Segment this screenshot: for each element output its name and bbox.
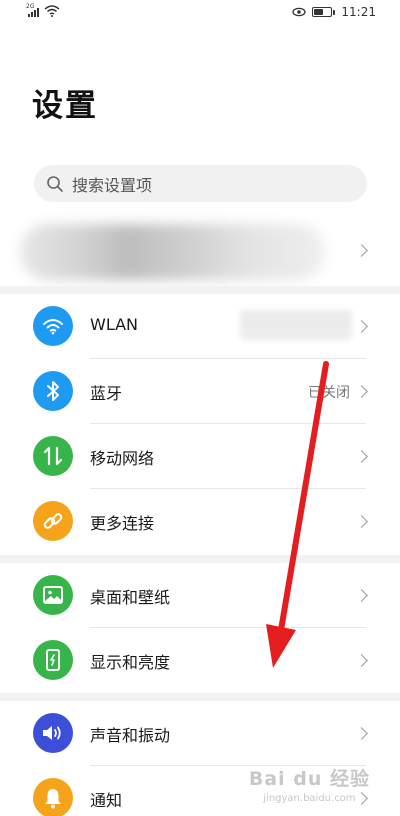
annotation-arrow-icon <box>266 361 329 668</box>
watermark-url: jingyan.baidu.com <box>263 793 356 804</box>
baidu-watermark: Bai du 经验 jingyan.baidu.com <box>249 764 370 804</box>
watermark-brand: Bai du 经验 <box>248 768 370 790</box>
